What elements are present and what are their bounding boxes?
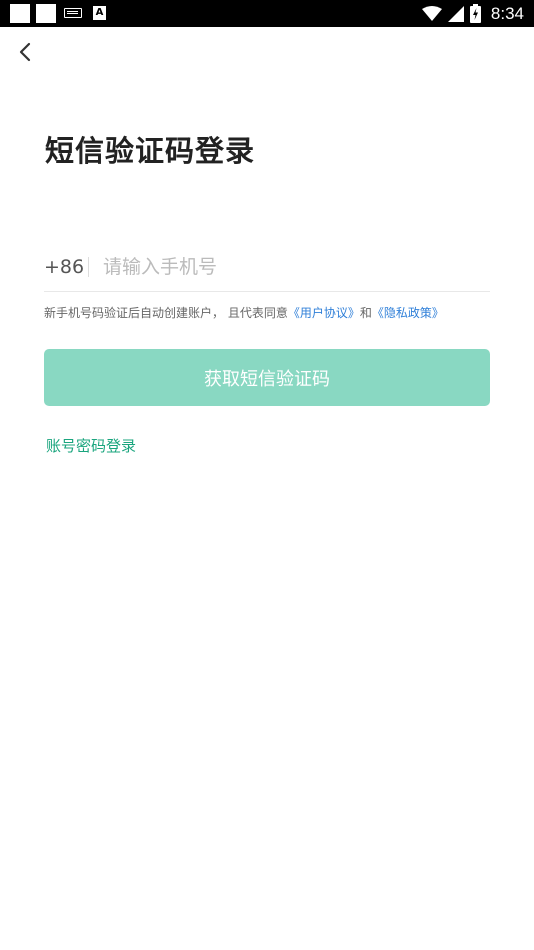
get-sms-code-button[interactable]: 获取短信验证码 xyxy=(44,349,490,406)
input-divider xyxy=(88,257,89,277)
phone-number-input[interactable] xyxy=(103,256,463,278)
battery-charging-icon xyxy=(469,4,481,23)
user-agreement-link[interactable]: 《用户协议》 xyxy=(288,306,360,320)
status-bar: A 8:34 xyxy=(0,0,534,27)
a-app-icon: A xyxy=(93,6,106,20)
back-button[interactable] xyxy=(12,38,38,66)
privacy-policy-link[interactable]: 《隐私政策》 xyxy=(372,306,444,320)
status-time: 8:34 xyxy=(490,3,524,23)
notification-square-icon xyxy=(10,4,30,23)
agreement-and: 和 xyxy=(359,306,372,320)
agreement-prefix: 新手机号码验证后自动创建账户， 且代表同意 xyxy=(44,306,288,320)
signal-icon xyxy=(447,5,464,22)
page-title: 短信验证码登录 xyxy=(45,134,256,168)
wifi-icon xyxy=(421,5,442,21)
notification-square-icon xyxy=(36,4,56,23)
country-code[interactable]: +86 xyxy=(44,256,88,278)
phone-input-row: +86 xyxy=(44,243,490,292)
status-right-group: 8:34 xyxy=(421,0,524,27)
chevron-left-icon xyxy=(19,42,31,62)
agreement-text: 新手机号码验证后自动创建账户， 且代表同意《用户协议》和《隐私政策》 xyxy=(44,304,444,321)
keyboard-icon xyxy=(64,8,82,18)
password-login-link[interactable]: 账号密码登录 xyxy=(46,435,136,456)
